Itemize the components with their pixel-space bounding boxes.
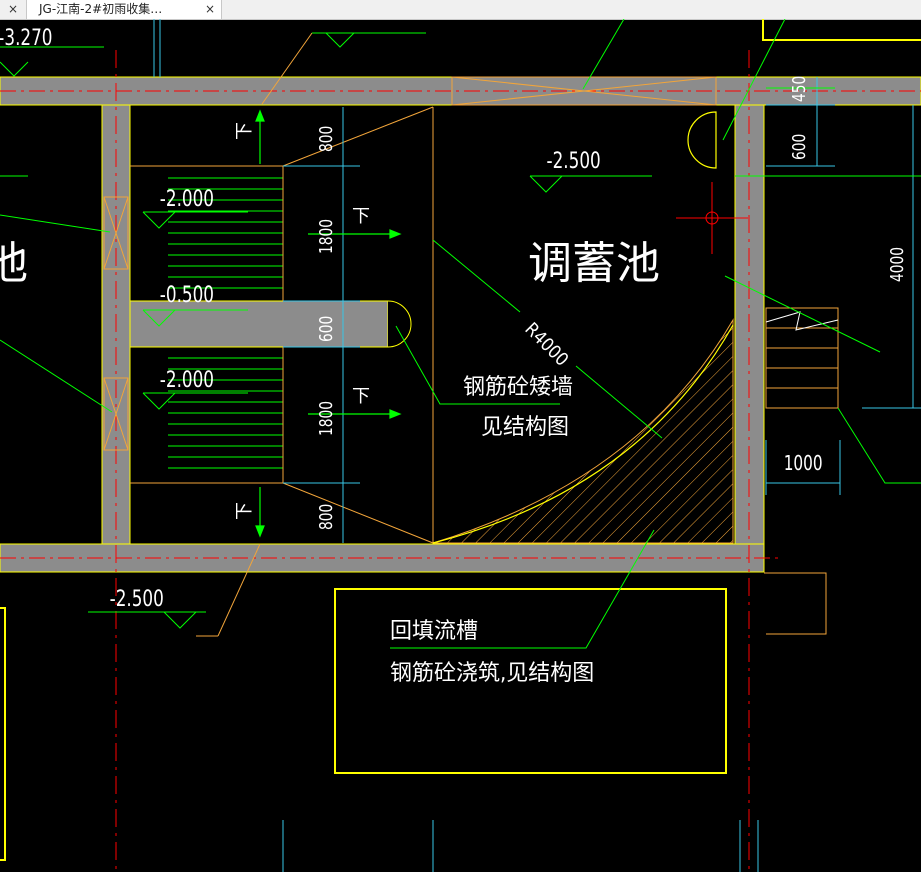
tab-close-icon[interactable]: × bbox=[205, 0, 215, 19]
dimension-text: 600 bbox=[315, 316, 337, 342]
elevation-label: -2.000 bbox=[160, 186, 214, 212]
divider-round-end bbox=[387, 300, 412, 348]
left-room-label: 池 bbox=[0, 238, 28, 289]
document-tab[interactable]: JG-江南-2#初雨收集… × bbox=[27, 0, 222, 19]
wall-note: 见结构图 bbox=[481, 415, 569, 440]
cad-drawing-canvas[interactable]: -3.270 -2.000 -0.500 -2.000 -2.500 -2.50… bbox=[0, 19, 921, 872]
down-mark: 下 bbox=[352, 206, 370, 227]
elevation-label: -2.000 bbox=[160, 367, 214, 393]
room-label: 调蓄池 bbox=[528, 238, 660, 289]
manhole bbox=[687, 111, 717, 169]
elevation-label: -3.270 bbox=[0, 25, 52, 51]
trough-hatch bbox=[432, 318, 734, 544]
close-icon[interactable]: × bbox=[0, 0, 27, 19]
left-box bbox=[0, 607, 6, 861]
trough-note: 回填流槽 bbox=[390, 619, 478, 644]
ramp-divider-wall bbox=[129, 300, 389, 348]
elevation-label: -2.500 bbox=[110, 586, 164, 612]
radius-label: R4000 bbox=[520, 319, 572, 371]
right-stair bbox=[765, 307, 839, 409]
dimension-text: 1000 bbox=[784, 453, 823, 476]
dimension-text: 800 bbox=[315, 504, 337, 530]
elevation-label: -2.500 bbox=[547, 148, 601, 174]
tab-title: JG-江南-2#初雨收集… bbox=[39, 2, 163, 16]
walls bbox=[0, 76, 921, 573]
drawing-text: -3.270 -2.000 -0.500 -2.000 -2.500 -2.50… bbox=[0, 25, 907, 686]
down-mark: 下 bbox=[234, 122, 255, 140]
tab-bar: × JG-江南-2#初雨收集… × bbox=[0, 0, 921, 20]
dimension-text: 800 bbox=[315, 126, 337, 152]
dimension-text: 600 bbox=[788, 134, 810, 160]
trough-note: 钢筋砼浇筑,见结构图 bbox=[390, 661, 594, 686]
wall-note: 钢筋砼矮墙 bbox=[463, 375, 573, 400]
axis-lines bbox=[0, 50, 921, 872]
dimension-text: 4000 bbox=[886, 247, 908, 282]
top-right-box bbox=[762, 19, 921, 41]
dimension-text: 450 bbox=[788, 76, 810, 102]
dimension-text: 1800 bbox=[315, 219, 337, 254]
down-mark: 下 bbox=[352, 386, 370, 407]
dimension-text: 1800 bbox=[315, 401, 337, 436]
elevation-label: -0.500 bbox=[160, 282, 214, 308]
down-mark: 下 bbox=[234, 502, 255, 520]
